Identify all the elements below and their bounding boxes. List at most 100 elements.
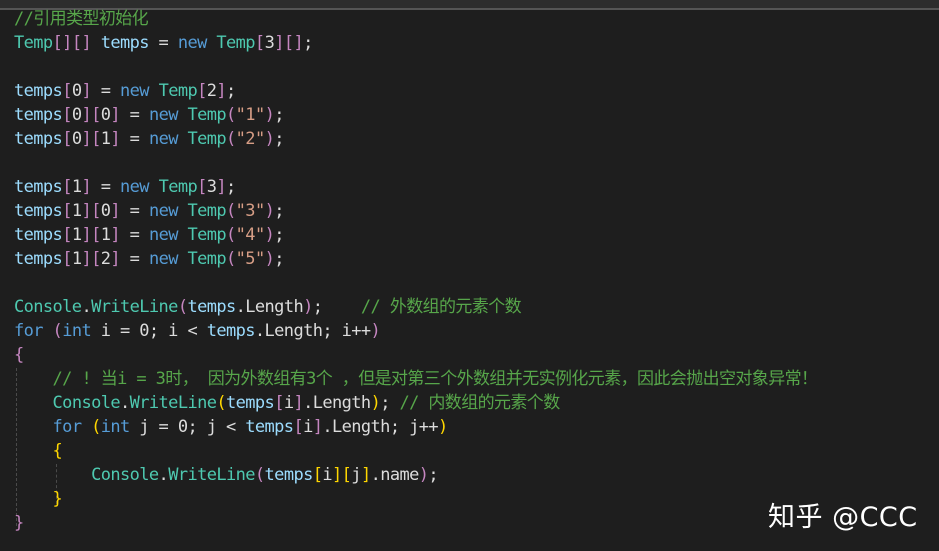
- code-token: new: [148, 249, 179, 269]
- code-editor[interactable]: //引用类型初始化 Temp[][] temps = new Temp[3][];…: [14, 7, 818, 535]
- code-token: =: [120, 201, 149, 221]
- code-token: temps: [264, 465, 314, 485]
- code-token: }: [14, 513, 24, 533]
- code-token: ]: [110, 105, 121, 125]
- code-token: // 外数组的元素个数: [360, 297, 522, 317]
- code-token: (: [226, 129, 236, 149]
- code-token: [: [274, 393, 284, 413]
- code-token: temps: [206, 321, 256, 341]
- code-line: // ! 当i = 3时， 因为外数组有3个 ，但是对第三个外数组并无实例化元素…: [14, 367, 818, 391]
- code-token: 3: [264, 33, 275, 53]
- code-token: ;: [303, 33, 313, 53]
- code-token: ]: [110, 225, 121, 245]
- code-token: "1": [235, 105, 266, 125]
- code-token: [: [293, 417, 304, 437]
- code-token: new: [148, 105, 179, 125]
- code-token: ): [418, 465, 429, 485]
- code-token: Temp: [216, 33, 255, 53]
- code-token: }: [52, 489, 63, 509]
- code-token: new: [148, 201, 179, 221]
- code-token: =: [91, 177, 121, 197]
- code-token: "2": [235, 129, 266, 149]
- code-token: Temp: [187, 201, 227, 221]
- code-token: =: [120, 225, 149, 245]
- code-token: [: [254, 33, 265, 53]
- code-token: [][]: [52, 33, 92, 53]
- code-token: (: [226, 201, 236, 221]
- code-token: 3: [206, 177, 217, 197]
- code-token: i: [322, 465, 333, 485]
- code-token: "3": [235, 201, 266, 221]
- code-token: Console: [14, 297, 82, 317]
- code-token: j: [351, 465, 361, 485]
- code-token: ;: [428, 465, 439, 485]
- code-line: temps[1][0] = new Temp("3");: [14, 199, 817, 223]
- code-token: // 内数组的元素个数: [399, 393, 560, 413]
- code-token: ][: [332, 465, 352, 485]
- code-token: ): [264, 105, 275, 125]
- code-token: ]: [216, 177, 227, 197]
- code-token: ): [264, 225, 275, 245]
- code-token: .: [81, 297, 92, 317]
- code-token: j = 0; j <: [129, 417, 246, 437]
- code-token: .Length: [235, 297, 304, 317]
- code-token: .: [158, 465, 169, 485]
- code-token: [: [62, 129, 72, 149]
- code-line: temps[1][1] = new Temp("4");: [14, 223, 817, 247]
- code-token: (: [226, 225, 236, 245]
- code-line: Temp[][] temps = new Temp[3][];: [14, 31, 817, 55]
- code-line: Console.WriteLine(temps.Length); // 外数组的…: [14, 295, 817, 319]
- code-token: WriteLine: [168, 465, 255, 485]
- code-token: ]: [293, 393, 304, 413]
- code-token: ): [370, 393, 381, 413]
- code-token: (: [216, 393, 226, 413]
- code-token: temps: [14, 177, 63, 197]
- code-token: ;: [274, 249, 284, 269]
- code-token: // ! 当i = 3时， 因为外数组有3个 ，但是对第三个外数组并无实例化元素…: [52, 369, 818, 389]
- code-token: Temp: [14, 33, 53, 53]
- code-token: temps: [14, 81, 63, 101]
- code-token: temps: [14, 105, 63, 125]
- code-token: ][: [81, 225, 101, 245]
- code-token: ]: [110, 249, 121, 269]
- code-token: 0: [100, 105, 111, 125]
- code-token: =: [91, 81, 121, 101]
- code-token: {: [52, 441, 63, 461]
- code-token: [: [197, 81, 207, 101]
- code-token: ;: [274, 105, 284, 125]
- code-line: Console.WriteLine(temps[i].Length); // 内…: [14, 391, 817, 415]
- code-line: {: [14, 439, 817, 463]
- code-token: Console: [91, 465, 159, 485]
- code-token: ][: [81, 129, 101, 149]
- code-token: Temp: [187, 225, 227, 245]
- code-token: temps: [187, 297, 236, 317]
- code-token: (: [254, 465, 265, 485]
- code-token: ): [264, 129, 275, 149]
- code-token: int: [62, 321, 92, 341]
- code-token: 1: [100, 129, 111, 149]
- code-token: ][]: [274, 33, 304, 53]
- code-token: ][: [81, 201, 101, 221]
- code-token: ): [438, 417, 448, 437]
- code-token: ]: [360, 465, 371, 485]
- code-token: new: [120, 177, 150, 197]
- code-token: .Length: [303, 393, 371, 413]
- code-token: (: [177, 297, 188, 317]
- code-token: Temp: [158, 177, 198, 197]
- code-token: =: [120, 249, 149, 269]
- code-token: ]: [81, 81, 92, 101]
- code-token: temps: [14, 129, 63, 149]
- code-token: temps: [14, 225, 63, 245]
- code-token: [: [62, 105, 72, 125]
- code-token: Console: [52, 393, 121, 413]
- code-token: 2: [100, 249, 111, 269]
